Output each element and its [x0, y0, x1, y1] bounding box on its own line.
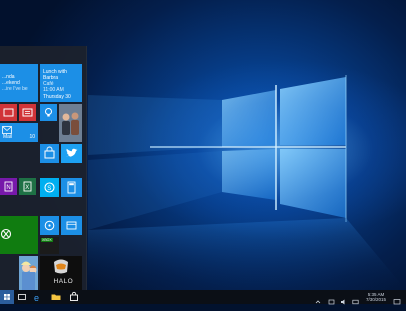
- store-tile[interactable]: [40, 144, 59, 163]
- file-explorer-taskbar-button[interactable]: [48, 290, 64, 304]
- xbox-badge: XBOX: [41, 238, 53, 242]
- svg-text:N: N: [6, 185, 10, 191]
- reading-tile[interactable]: [0, 104, 17, 121]
- mail-tile-label: Mail: [3, 134, 13, 140]
- excel-tile[interactable]: X: [19, 178, 36, 195]
- svg-text:X: X: [25, 185, 29, 191]
- calendar-event-time: 11:00 AM: [43, 87, 64, 93]
- tray-overflow-icon[interactable]: [315, 293, 321, 304]
- edge-browser-icon: e: [34, 293, 39, 303]
- onenote-tile[interactable]: N: [0, 178, 17, 195]
- svg-text:HALO: HALO: [54, 278, 74, 285]
- movies-tv-tile[interactable]: [61, 216, 82, 235]
- frozen-game-art: [19, 256, 38, 290]
- calculator-icon: [67, 181, 76, 194]
- music-disc-icon: [44, 220, 55, 231]
- twitter-bird-icon: [66, 148, 78, 157]
- start-menu: ...nda ...ekend ...ire I've be Lunch wit…: [0, 46, 87, 290]
- folder-icon: [51, 294, 61, 300]
- svg-text:e: e: [34, 293, 39, 303]
- store-bag-icon: [44, 146, 55, 159]
- groove-music-tile[interactable]: [40, 216, 59, 235]
- taskbar-clock[interactable]: 5:35 AM 7/30/2015: [362, 292, 390, 302]
- calculator-tile[interactable]: [61, 178, 82, 197]
- twitter-tile[interactable]: [61, 144, 82, 163]
- start-button[interactable]: [0, 290, 14, 304]
- volume-icon[interactable]: [340, 293, 347, 305]
- skype-tile[interactable]: S: [40, 178, 59, 197]
- xbox-logo-icon: [0, 228, 12, 240]
- edge-taskbar-button[interactable]: e: [30, 290, 46, 304]
- windows-start-icon: [4, 294, 10, 300]
- xbox-tile[interactable]: [0, 216, 38, 254]
- skype-icon: S: [44, 182, 55, 193]
- lightbulb-icon: [45, 108, 52, 117]
- mail-label-tile[interactable]: Mail 10: [0, 123, 38, 142]
- calendar-tile[interactable]: Lunch with Barbra Café 11:00 AM Thursday…: [40, 64, 82, 102]
- news-tile[interactable]: [19, 104, 36, 121]
- task-view-icon: [18, 294, 26, 300]
- halo-game-tile[interactable]: HALO: [40, 256, 82, 290]
- news-icon: [22, 108, 33, 117]
- action-center-icon[interactable]: [393, 293, 401, 305]
- taskbar: e 5:35 AM 7/30/2015: [0, 290, 406, 305]
- halo-game-art: HALO: [40, 256, 82, 290]
- network-icon[interactable]: [328, 293, 335, 305]
- svg-text:S: S: [47, 186, 51, 192]
- mail-preview-line3: ...ire I've be: [2, 86, 28, 92]
- store-taskbar-button[interactable]: [66, 290, 82, 304]
- frozen-game-tile[interactable]: [19, 256, 38, 290]
- clock-date: 7/30/2015: [365, 297, 387, 302]
- xbox-game-tile[interactable]: XBOX: [40, 237, 59, 254]
- film-icon: [66, 221, 77, 230]
- envelope-icon: [2, 126, 12, 134]
- onenote-icon: N: [4, 181, 13, 192]
- tips-bulb-tile[interactable]: [40, 104, 57, 121]
- task-view-button[interactable]: [14, 290, 30, 304]
- mail-unread-count: 10: [29, 134, 35, 140]
- mail-tile[interactable]: ...nda ...ekend ...ire I've be: [0, 64, 38, 102]
- excel-icon: X: [23, 181, 32, 192]
- store-bag-icon: [70, 291, 78, 301]
- people-photo-image: [59, 104, 82, 142]
- calendar-date-label: Thursday 30: [43, 94, 71, 100]
- people-photo-tile[interactable]: [59, 104, 82, 142]
- input-keyboard-icon[interactable]: [352, 293, 359, 305]
- reader-icon: [3, 108, 14, 117]
